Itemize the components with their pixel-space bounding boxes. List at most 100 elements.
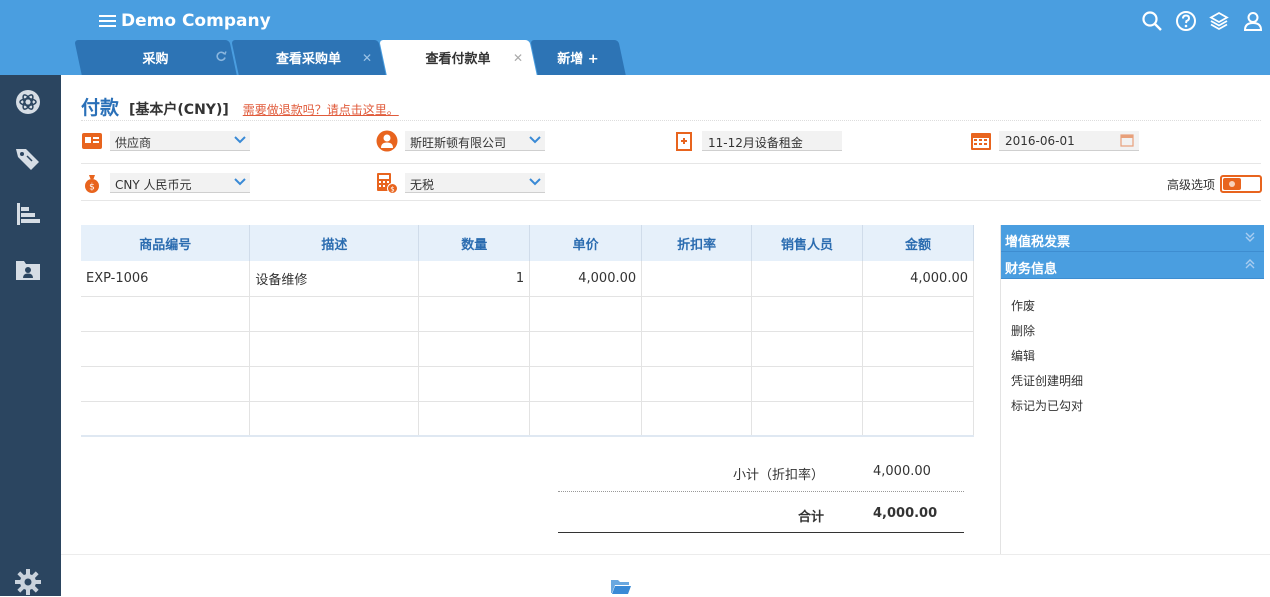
tags-icon[interactable]: [13, 143, 43, 173]
cell-amount[interactable]: [862, 401, 975, 437]
summary-divider: [558, 491, 964, 492]
chevron-double-down-icon[interactable]: [1244, 231, 1256, 243]
cell-description[interactable]: [249, 331, 420, 367]
money-bag-icon: $: [85, 175, 99, 193]
cell-description[interactable]: 设备维修: [249, 261, 420, 297]
col-description[interactable]: 描述: [249, 225, 420, 261]
cell-quantity[interactable]: [418, 331, 531, 367]
currency-field: $ CNY 人民币元: [81, 172, 250, 194]
table-row[interactable]: [81, 331, 975, 367]
contact-type-select[interactable]: 供应商: [110, 131, 250, 151]
date-input[interactable]: 2016-06-01: [999, 131, 1139, 151]
cell-quantity[interactable]: [418, 366, 531, 402]
atom-icon[interactable]: [13, 87, 43, 117]
chevron-double-up-icon[interactable]: [1244, 258, 1256, 270]
folder-user-icon[interactable]: [13, 255, 43, 285]
cell-item-code[interactable]: [81, 366, 251, 402]
action-delete[interactable]: 删除: [1001, 318, 1264, 343]
tab-new[interactable]: 新增 +: [530, 40, 626, 75]
cell-unit-price[interactable]: [529, 296, 643, 332]
col-item-code[interactable]: 商品编号: [81, 225, 251, 261]
company-menu[interactable]: Demo Company: [99, 11, 271, 31]
folder-icon[interactable]: [610, 577, 632, 595]
cell-discount[interactable]: [641, 401, 753, 437]
close-tab-icon[interactable]: ✕: [513, 51, 523, 65]
cell-discount[interactable]: [641, 261, 753, 297]
cell-unit-price[interactable]: [529, 366, 643, 402]
reference-input[interactable]: 11-12月设备租金: [702, 131, 842, 151]
table-row[interactable]: [81, 296, 975, 332]
table-row[interactable]: EXP-1006 设备维修 1 4,000.00 4,000.00: [81, 261, 975, 297]
table-header-row: 商品编号 描述 数量 单价 折扣率 销售人员 金额: [81, 225, 975, 261]
cell-discount[interactable]: [641, 366, 753, 402]
line-items-table: 商品编号 描述 数量 单价 折扣率 销售人员 金额 EXP-1006 设备维修 1 4…: [81, 225, 975, 437]
cell-salesperson[interactable]: [751, 366, 863, 402]
cell-amount[interactable]: [862, 331, 975, 367]
action-void[interactable]: 作废: [1001, 293, 1264, 318]
user-icon[interactable]: [1242, 10, 1264, 32]
tax-select[interactable]: 无税: [405, 173, 545, 193]
help-icon[interactable]: [1175, 10, 1197, 32]
col-salesperson[interactable]: 销售人员: [751, 225, 863, 261]
tab-purchase[interactable]: 采购: [74, 40, 237, 75]
cell-quantity[interactable]: 1: [418, 261, 531, 297]
cell-quantity[interactable]: [418, 296, 531, 332]
total-underline: [558, 532, 964, 533]
refresh-icon[interactable]: [215, 50, 227, 62]
cell-salesperson[interactable]: [751, 296, 863, 332]
action-voucher-details[interactable]: 凭证创建明细: [1001, 368, 1264, 393]
company-name: Demo Company: [121, 11, 271, 31]
sidebar: [0, 75, 61, 596]
bar-chart-icon[interactable]: [13, 199, 43, 229]
date-field: 2016-06-01: [970, 130, 1139, 152]
page-title: 付款: [81, 97, 120, 119]
cell-unit-price[interactable]: [529, 331, 643, 367]
col-discount[interactable]: 折扣率: [641, 225, 753, 261]
cell-quantity[interactable]: [418, 401, 531, 437]
tab-view-purchase-order[interactable]: 查看采购单 ✕: [231, 40, 386, 75]
cell-discount[interactable]: [641, 296, 753, 332]
svg-text:$: $: [89, 183, 95, 193]
currency-select[interactable]: CNY 人民币元: [110, 173, 250, 193]
cell-salesperson[interactable]: [751, 261, 863, 297]
cell-salesperson[interactable]: [751, 401, 863, 437]
tab-view-payment[interactable]: 查看付款单 ✕: [379, 40, 537, 75]
table-row[interactable]: [81, 401, 975, 437]
cell-discount[interactable]: [641, 331, 753, 367]
col-quantity[interactable]: 数量: [418, 225, 531, 261]
cell-item-code[interactable]: [81, 296, 251, 332]
action-mark-reconciled[interactable]: 标记为已勾对: [1001, 393, 1264, 418]
col-amount[interactable]: 金额: [862, 225, 975, 261]
actions-list: 作废 删除 编辑 凭证创建明细 标记为已勾对: [1001, 279, 1264, 418]
cell-item-code[interactable]: [81, 331, 251, 367]
cell-amount[interactable]: 4,000.00: [862, 261, 975, 297]
layers-icon[interactable]: [1208, 10, 1230, 32]
refund-link[interactable]: 需要做退款吗？请点击这里。: [243, 101, 399, 118]
cell-amount[interactable]: [862, 366, 975, 402]
table-row[interactable]: [81, 366, 975, 402]
contact-name-select[interactable]: 斯旺斯顿有限公司: [405, 131, 545, 151]
finance-info-header[interactable]: 财务信息: [1001, 252, 1264, 279]
cell-description[interactable]: [249, 296, 420, 332]
hamburger-icon[interactable]: [99, 12, 116, 30]
cell-unit-price[interactable]: 4,000.00: [529, 261, 643, 297]
total-label: 合计: [798, 510, 825, 525]
chevron-down-icon: [234, 136, 246, 144]
advanced-options-toggle[interactable]: [1220, 175, 1262, 193]
calculator-icon: $: [377, 173, 398, 194]
action-edit[interactable]: 编辑: [1001, 343, 1264, 368]
gear-icon[interactable]: [13, 567, 43, 597]
cell-unit-price[interactable]: [529, 401, 643, 437]
date-picker-icon[interactable]: [1120, 133, 1134, 147]
vat-invoice-header[interactable]: 增值税发票: [1001, 225, 1264, 252]
chevron-down-icon: [234, 178, 246, 186]
search-icon[interactable]: [1141, 10, 1163, 32]
cell-item-code[interactable]: EXP-1006: [81, 261, 251, 297]
cell-amount[interactable]: [862, 296, 975, 332]
close-tab-icon[interactable]: ✕: [362, 51, 372, 65]
cell-item-code[interactable]: [81, 401, 251, 437]
cell-description[interactable]: [249, 401, 420, 437]
col-unit-price[interactable]: 单价: [529, 225, 643, 261]
cell-description[interactable]: [249, 366, 420, 402]
cell-salesperson[interactable]: [751, 331, 863, 367]
